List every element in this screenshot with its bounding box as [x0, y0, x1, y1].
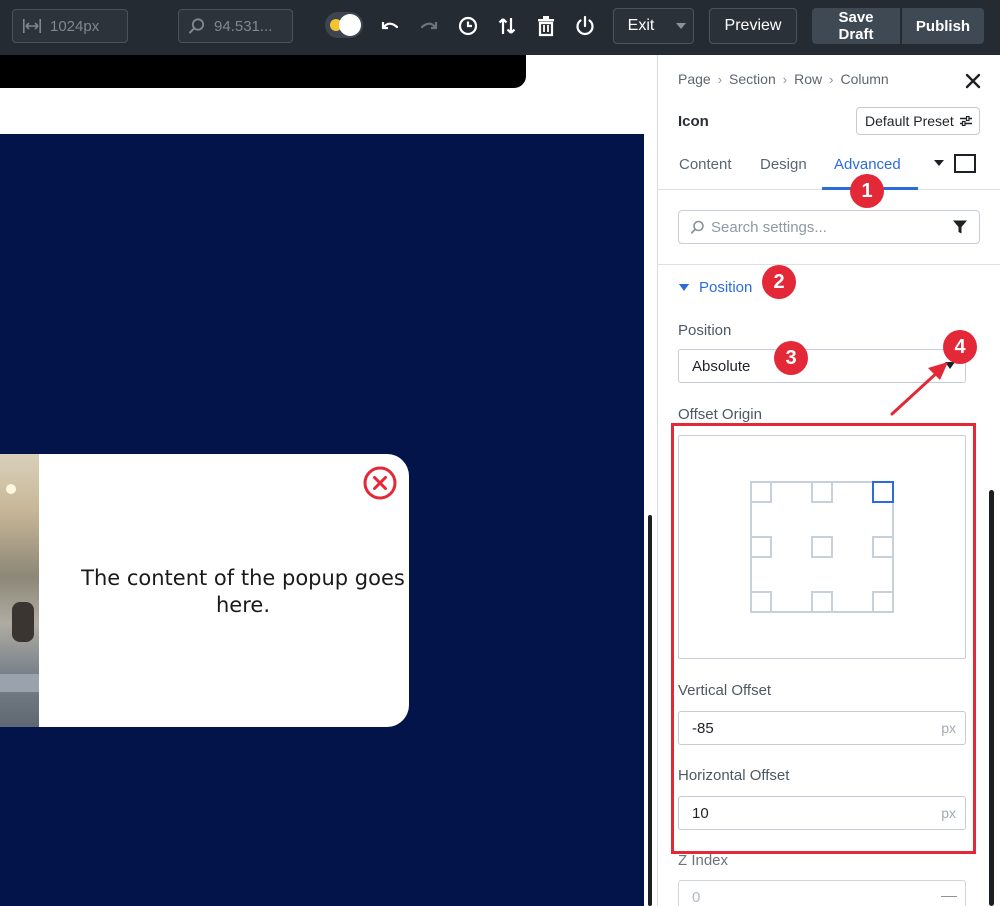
trash-icon [538, 16, 554, 37]
history-button[interactable] [455, 13, 481, 39]
width-field[interactable]: 1024px [12, 9, 128, 43]
annotation-highlight-frame [671, 423, 976, 854]
sort-button[interactable] [494, 13, 520, 39]
tab-design[interactable]: Design [760, 156, 807, 173]
redo-icon [420, 22, 438, 30]
close-circle-icon[interactable] [362, 465, 398, 501]
breadcrumb-separator-icon: › [829, 71, 834, 87]
zoom-value: 94.531... [214, 17, 273, 35]
position-section-toggle[interactable]: Position [679, 279, 752, 296]
search-input[interactable] [711, 218, 941, 236]
z-index-slider-dash [941, 896, 957, 897]
top-toolbar: 1024px 94.531... Exit Preview Save Draft… [0, 0, 1000, 55]
delete-button[interactable] [533, 13, 559, 39]
z-index-input[interactable]: 0 [678, 880, 966, 906]
annotation-arrow-icon [890, 362, 948, 416]
history-icon [458, 16, 478, 36]
breadcrumb-separator-icon: › [717, 71, 723, 87]
panel-scrollbar[interactable] [989, 490, 994, 906]
save-draft-button[interactable]: Save Draft [812, 8, 900, 44]
close-icon[interactable] [964, 72, 982, 90]
power-button[interactable] [572, 13, 598, 39]
popup-content-text: The content of the popup goes here. [81, 566, 405, 617]
sliders-icon [959, 116, 972, 126]
exit-menu-button[interactable] [668, 8, 694, 44]
breadcrumb-section[interactable]: Section [729, 71, 776, 87]
position-label: Position [678, 322, 732, 339]
preset-selector[interactable]: Default Preset [856, 107, 980, 135]
publish-button[interactable]: Publish [902, 8, 984, 44]
redo-button[interactable] [416, 13, 442, 39]
breadcrumb-separator-icon: › [782, 71, 788, 87]
toggle-knob [339, 14, 361, 36]
undo-button[interactable] [377, 13, 403, 39]
undo-icon [381, 22, 399, 30]
tab-content[interactable]: Content [679, 156, 732, 173]
sort-icon [498, 18, 516, 34]
panel-divider [657, 264, 1000, 265]
tab-advanced[interactable]: Advanced [834, 156, 901, 173]
responsive-width-icon [23, 19, 41, 33]
section-title: Position [699, 279, 753, 296]
preview-button[interactable]: Preview [709, 8, 797, 44]
caret-down-icon [679, 284, 689, 291]
theme-toggle[interactable] [325, 12, 363, 38]
breadcrumb-page[interactable]: Page [678, 71, 711, 87]
annotation-badge-3: 3 [774, 341, 808, 375]
breadcrumb: Page › Section › Row › Column [678, 71, 889, 87]
settings-tabs: Content Design Advanced [657, 150, 1000, 190]
annotation-badge-2: 2 [762, 265, 796, 299]
popup-image [0, 454, 39, 727]
zoom-icon [189, 18, 205, 34]
z-index-value: 0 [692, 888, 701, 906]
page-header-strip [0, 55, 526, 88]
frame-icon[interactable] [954, 154, 976, 173]
settings-search[interactable] [678, 210, 980, 244]
tab-menu-chevron-icon[interactable] [934, 160, 944, 166]
search-icon [690, 220, 704, 234]
zoom-field[interactable]: 94.531... [178, 9, 293, 43]
chevron-down-icon [675, 23, 686, 29]
width-value: 1024px [50, 17, 100, 35]
filter-icon[interactable] [952, 219, 968, 235]
breadcrumb-column[interactable]: Column [840, 71, 888, 87]
breadcrumb-row[interactable]: Row [794, 71, 822, 87]
power-icon [576, 15, 594, 36]
exit-button[interactable]: Exit [613, 8, 669, 44]
annotation-badge-1: 1 [850, 174, 884, 208]
canvas-scrollbar[interactable] [648, 515, 652, 906]
z-index-label: Z Index [678, 852, 729, 869]
offset-origin-label: Offset Origin [678, 406, 762, 423]
position-value: Absolute [692, 357, 751, 375]
module-title: Icon [678, 113, 709, 130]
preset-label: Default Preset [865, 113, 954, 129]
